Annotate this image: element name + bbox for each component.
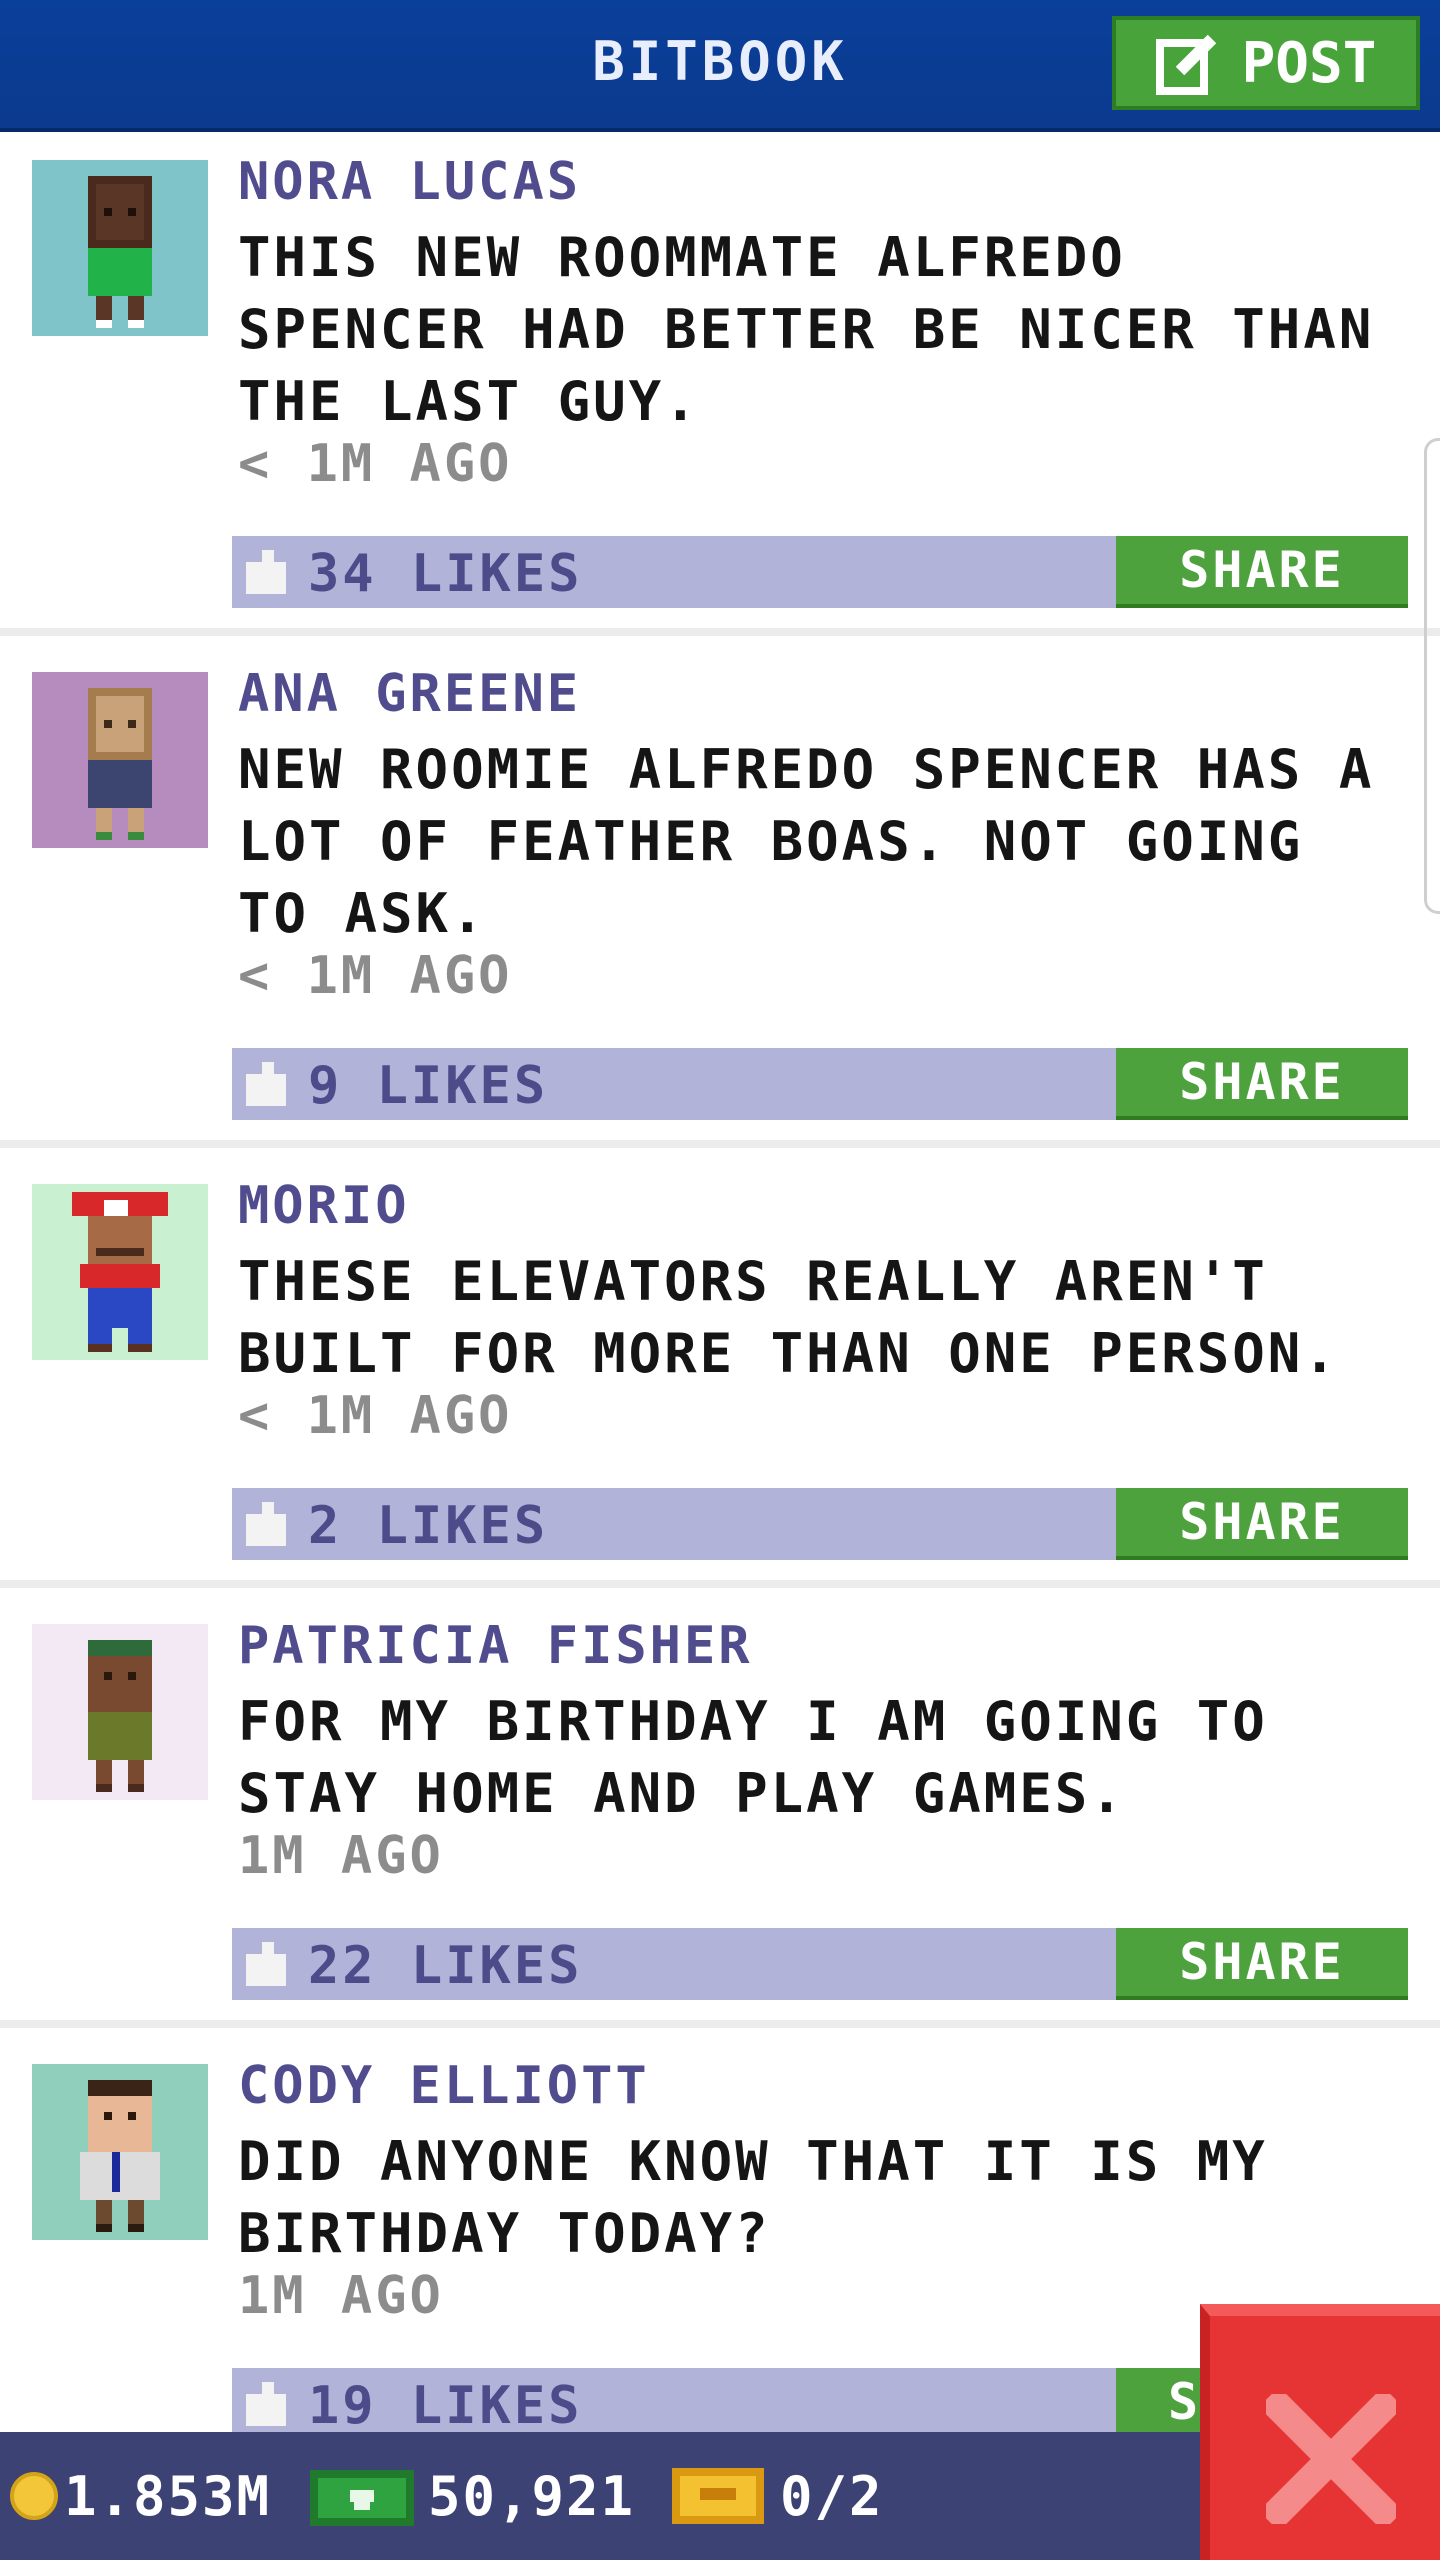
bux-value: 50,921 [428, 2464, 636, 2528]
share-button[interactable]: SHARE [1116, 1928, 1408, 2000]
post-button[interactable]: POST [1112, 16, 1420, 110]
avatar[interactable] [32, 2064, 208, 2240]
post-time: 1M AGO [238, 1826, 444, 1886]
post-time: < 1M AGO [238, 1386, 513, 1446]
share-button[interactable]: SHARE [1116, 536, 1408, 608]
likes-bar: 22 LIKES SHARE [232, 1928, 1408, 2000]
likes-count: 2 LIKES [308, 1496, 549, 1556]
thumbs-up-icon[interactable] [246, 2378, 290, 2430]
share-button[interactable]: SHARE [1116, 1048, 1408, 1120]
likes-count: 34 LIKES [308, 544, 583, 604]
thumbs-up-icon[interactable] [246, 546, 290, 598]
likes-bar: 9 LIKES SHARE [232, 1048, 1408, 1120]
likes-bar: 34 LIKES SHARE [232, 536, 1408, 608]
bux-icon [310, 2470, 414, 2526]
post-author[interactable]: PATRICIA FISHER [238, 1616, 753, 1676]
coin-icon [10, 2472, 58, 2520]
close-button[interactable] [1200, 2304, 1440, 2560]
post-button-label: POST [1241, 30, 1377, 96]
tickets-value: 0/2 [780, 2464, 884, 2528]
app-header: BITBOOK POST [0, 0, 1440, 132]
ticket-icon [672, 2468, 764, 2524]
likes-count: 19 LIKES [308, 2376, 583, 2436]
likes-count: 22 LIKES [308, 1936, 583, 1996]
thumbs-up-icon[interactable] [246, 1058, 290, 1110]
bux-display: 50,921 [310, 2432, 635, 2560]
coins-display: 1.853M [10, 2432, 271, 2560]
scroll-indicator[interactable] [1424, 438, 1440, 914]
avatar[interactable] [32, 672, 208, 848]
coins-value: 1.853M [64, 2464, 272, 2528]
post-divider [0, 1140, 1440, 1148]
thumbs-up-icon[interactable] [246, 1938, 290, 1990]
avatar[interactable] [32, 160, 208, 336]
share-button[interactable]: SHARE [1116, 1488, 1408, 1560]
close-icon [1266, 2394, 1396, 2524]
post-time: 1M AGO [238, 2266, 444, 2326]
likes-bar: 2 LIKES SHARE [232, 1488, 1408, 1560]
post-author[interactable]: MORIO [238, 1176, 410, 1236]
post-text: DID ANYONE KNOW THAT IT IS MY BIRTHDAY T… [238, 2130, 1268, 2265]
post-divider [0, 2020, 1440, 2028]
post-divider [0, 628, 1440, 636]
avatar[interactable] [32, 1184, 208, 1360]
post-author[interactable]: NORA LUCAS [238, 152, 581, 212]
tickets-display: 0/2 [672, 2432, 884, 2560]
avatar[interactable] [32, 1624, 208, 1800]
post-divider [0, 1580, 1440, 1588]
post-text: FOR MY BIRTHDAY I AM GOING TO STAY HOME … [238, 1690, 1268, 1825]
thumbs-up-icon[interactable] [246, 1498, 290, 1550]
post-text: THESE ELEVATORS REALLY AREN'T BUILT FOR … [238, 1250, 1339, 1385]
post-text: THIS NEW ROOMMATE ALFREDO SPENCER HAD BE… [238, 226, 1375, 433]
post-author[interactable]: CODY ELLIOTT [238, 2056, 650, 2116]
post-time: < 1M AGO [238, 434, 513, 494]
compose-icon [1155, 34, 1216, 95]
post-time: < 1M AGO [238, 946, 513, 1006]
post-author[interactable]: ANA GREENE [238, 664, 581, 724]
post-text: NEW ROOMIE ALFREDO SPENCER HAS A LOT OF … [238, 738, 1375, 945]
likes-count: 9 LIKES [308, 1056, 549, 1116]
